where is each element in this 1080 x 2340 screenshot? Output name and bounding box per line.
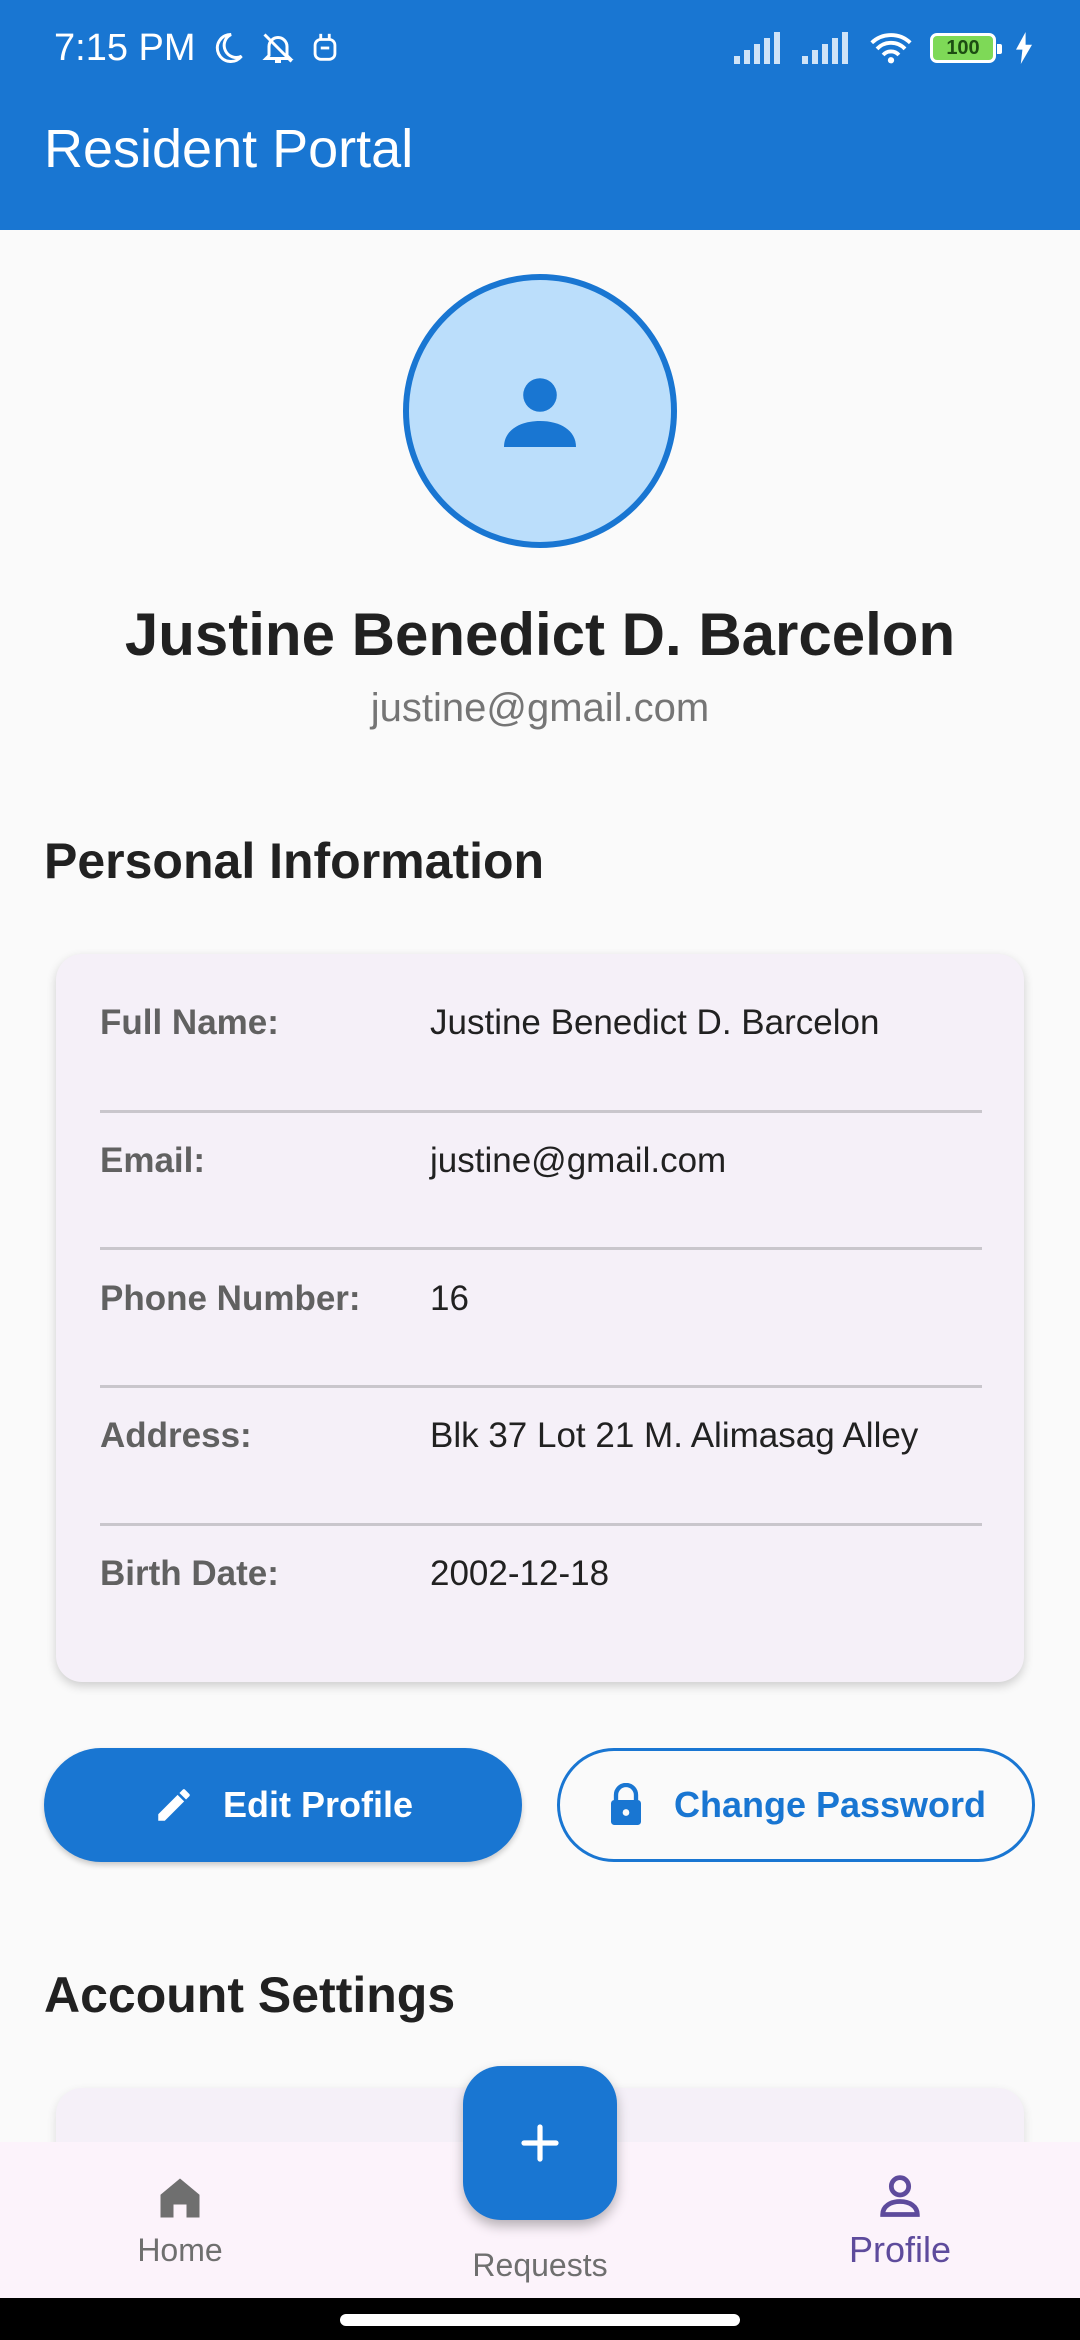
personal-info-heading: Personal Information [44,833,545,889]
page-title: Resident Portal [44,119,414,179]
edit-profile-label: Edit Profile [222,1784,414,1825]
nav-requests-label: Requests [472,2247,608,2283]
plus-icon [521,2124,559,2162]
info-row-phone: Phone Number: 16 [100,1230,982,1367]
moon-icon [210,30,246,66]
profile-name: Justine Benedict D. Barcelon [124,601,956,668]
lock-icon [610,1783,641,1825]
person-outline-icon [880,2175,920,2217]
signal-icon [734,32,784,64]
info-value: 16 [430,1278,469,1318]
info-label: Phone Number: [100,1278,361,1318]
home-icon [160,2178,200,2217]
info-label: Birth Date: [100,1553,279,1593]
info-label: Email: [100,1140,206,1180]
nav-home[interactable]: Home [30,2142,330,2298]
robot-icon [310,31,340,65]
edit-profile-button[interactable]: Edit Profile [44,1748,522,1862]
pencil-icon [158,1789,190,1821]
charging-icon [1014,32,1034,64]
bell-off-icon [260,30,296,66]
wifi-icon [870,32,912,64]
person-icon [504,378,576,447]
nav-profile-label: Profile [848,2229,952,2270]
battery-icon: 100 [930,33,1002,63]
info-label: Address: [100,1415,252,1455]
info-value: Blk 37 Lot 21 M. Alimasag Alley [430,1415,919,1455]
status-time: 7:15 PM [54,26,196,69]
nav-home-label: Home [137,2231,223,2268]
info-label: Full Name: [100,1002,279,1042]
nav-profile[interactable]: Profile [750,2142,1050,2298]
personal-info-card: Full Name: Justine Benedict D. Barcelon … [56,954,1024,1682]
home-gesture-handle[interactable] [340,2314,740,2326]
info-row-full-name: Full Name: Justine Benedict D. Barcelon [100,954,982,1091]
account-settings-heading: Account Settings [44,1967,456,2023]
info-value: justine@gmail.com [430,1140,727,1180]
signal-icon [802,32,852,64]
info-value: 2002-12-18 [430,1553,610,1593]
info-row-address: Address: Blk 37 Lot 21 M. Alimasag Alley [100,1367,982,1504]
profile-email: justine@gmail.com [370,686,710,730]
info-row-birth-date: Birth Date: 2002-12-18 [100,1505,982,1642]
change-password-label: Change Password [673,1784,987,1825]
status-bar: 7:15 PM 100 [0,0,1080,96]
info-row-email: Email: justine@gmail.com [100,1092,982,1229]
app-bar: 7:15 PM 100 Resident Portal [0,0,1080,230]
info-value: Justine Benedict D. Barcelon [430,1002,880,1042]
avatar[interactable] [403,274,677,548]
change-password-button[interactable]: Change Password [557,1748,1035,1862]
add-request-button[interactable] [463,2066,617,2220]
